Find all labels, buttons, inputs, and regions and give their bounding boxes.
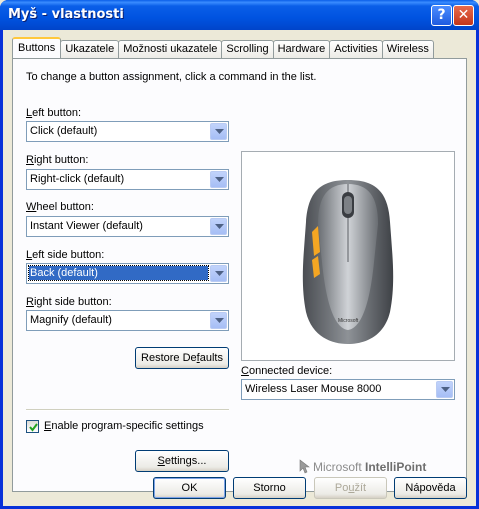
left-side-button-select[interactable]: Back (default) [26, 263, 229, 284]
chevron-down-icon[interactable] [210, 312, 227, 329]
right-button-label: Right button: [26, 154, 89, 166]
help-dialog-button[interactable]: Nápověda [394, 477, 467, 499]
pointer-icon [299, 459, 310, 474]
connected-device-label: Connected device: [241, 365, 333, 377]
left-side-button-value: Back (default) [28, 265, 209, 281]
settings-button[interactable]: Settings... [135, 450, 229, 472]
tab-buttons[interactable]: Buttons [12, 37, 62, 58]
right-side-button-value: Magnify (default) [30, 314, 112, 326]
connected-device-select[interactable]: Wireless Laser Mouse 8000 [241, 379, 455, 400]
chevron-down-icon[interactable] [210, 218, 227, 235]
svg-text:Microsoft: Microsoft [338, 318, 359, 324]
tab-activities[interactable]: Activities [329, 40, 383, 58]
chevron-down-icon[interactable] [436, 381, 453, 398]
right-button-select[interactable]: Right-click (default) [26, 169, 229, 190]
close-icon: ✕ [457, 7, 470, 23]
separator [26, 409, 229, 411]
buttons-panel: To change a button assignment, click a c… [12, 58, 467, 492]
close-button[interactable]: ✕ [453, 5, 474, 26]
mouse-image-frame: Microsoft [241, 151, 455, 361]
wheel-button-label: Wheel button: [26, 201, 94, 213]
left-button-label: Left button: [26, 107, 82, 119]
left-button-value: Click (default) [30, 125, 98, 137]
window: Myš - vlastnosti ? ✕ Buttons Ukazatele M… [0, 0, 479, 509]
dialog-body: Buttons Ukazatele Možnosti ukazatele Scr… [3, 30, 476, 506]
wheel-button-select[interactable]: Instant Viewer (default) [26, 216, 229, 237]
left-button-select[interactable]: Click (default) [26, 121, 229, 142]
help-icon: ? [437, 7, 446, 23]
cancel-button[interactable]: Storno [233, 477, 306, 499]
right-side-button-select[interactable]: Magnify (default) [26, 310, 229, 331]
tab-scrolling[interactable]: Scrolling [221, 40, 274, 58]
window-title: Myš - vlastnosti [8, 7, 124, 22]
connected-device-value: Wireless Laser Mouse 8000 [245, 383, 382, 395]
restore-defaults-button[interactable]: Restore Defaults [135, 347, 229, 369]
tab-strip: Buttons Ukazatele Možnosti ukazatele Scr… [12, 37, 434, 58]
tab-wireless[interactable]: Wireless [381, 40, 434, 58]
checkmark-icon [29, 423, 38, 432]
program-specific-checkbox[interactable] [26, 420, 39, 433]
chevron-down-icon[interactable] [210, 123, 227, 140]
help-button[interactable]: ? [431, 5, 452, 26]
chevron-down-icon[interactable] [210, 265, 227, 282]
right-button-value: Right-click (default) [30, 173, 125, 185]
intellipoint-logo: Microsoft IntelliPoint [299, 459, 426, 474]
tab-hardware[interactable]: Hardware [272, 40, 331, 58]
wheel-button-value: Instant Viewer (default) [30, 220, 143, 232]
ok-button[interactable]: OK [153, 477, 226, 499]
title-bar[interactable]: Myš - vlastnosti ? ✕ [0, 0, 479, 30]
apply-button[interactable]: Použít [314, 477, 387, 499]
tab-moznosti-ukazatele[interactable]: Možnosti ukazatele [118, 40, 223, 58]
instructions-text: To change a button assignment, click a c… [26, 71, 317, 83]
mouse-illustration: Microsoft [302, 180, 394, 344]
tab-ukazatele[interactable]: Ukazatele [60, 40, 120, 58]
left-side-button-label: Left side button: [26, 249, 105, 261]
right-side-button-label: Right side button: [26, 296, 112, 308]
chevron-down-icon[interactable] [210, 171, 227, 188]
program-specific-label[interactable]: Enable program-specific settings [44, 420, 204, 432]
